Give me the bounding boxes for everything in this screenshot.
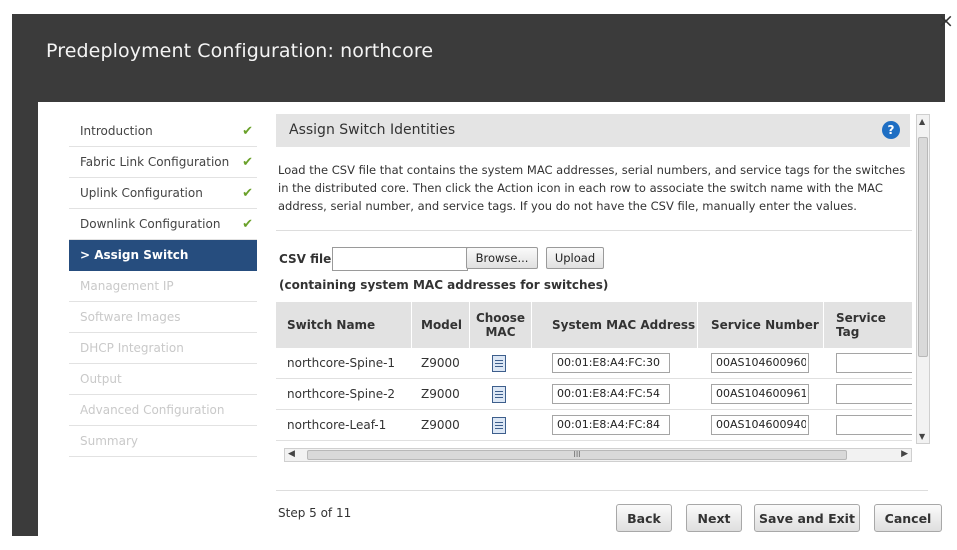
checkmark-icon: ✔ [242,124,253,139]
sidebar-item-label: Uplink Configuration [80,186,203,200]
vertical-scrollbar[interactable]: ▲ ▼ [916,114,930,444]
sidebar-item-label: Management IP [80,279,174,293]
switch-identities-table: Switch Name Model Choose MAC System MAC … [276,302,912,443]
system-mac-address-input[interactable] [552,353,670,373]
save-and-exit-button[interactable]: Save and Exit [754,504,860,532]
sidebar-item-output: Output [69,364,257,395]
system-mac-address-input[interactable] [552,415,670,435]
scroll-up-arrow-icon[interactable]: ▲ [919,117,925,126]
model-cell: Z9000 [421,387,460,401]
checkmark-icon: ✔ [242,217,253,232]
sidebar-item-assign-switch-identities[interactable]: > Assign Switch Identities [69,240,257,293]
sidebar-item-label: DHCP Integration [80,341,184,355]
switch-name-cell: northcore-Leaf-1 [287,418,387,432]
vertical-scroll-thumb[interactable] [918,137,928,357]
scroll-down-arrow-icon[interactable]: ▼ [919,432,925,441]
scroll-right-arrow-icon[interactable]: ▶ [901,449,908,459]
service-number-input[interactable] [711,415,809,435]
sidebar-item-label: Downlink Configuration [80,217,221,231]
service-tag-input[interactable] [836,415,912,435]
close-icon[interactable]: × [938,10,954,32]
horizontal-scroll-thumb[interactable]: III [307,450,847,460]
checkmark-icon: ✔ [242,186,253,201]
service-tag-input[interactable] [836,353,912,373]
sidebar-item-label: Introduction [80,124,153,138]
panel-description: Load the CSV file that contains the syst… [278,163,906,213]
browse-button[interactable]: Browse... [466,247,538,269]
service-tag-input[interactable] [836,384,912,404]
sidebar-item-summary: Summary [69,426,257,457]
sidebar-item-label: Output [80,372,122,386]
table-row: northcore-Spine-2 Z9000 [276,379,912,410]
column-header-service-number[interactable]: Service Number [698,302,824,348]
switch-name-cell: northcore-Spine-2 [287,387,396,401]
service-number-input[interactable] [711,353,809,373]
column-header-switch-name[interactable]: Switch Name [276,302,412,348]
sidebar-item-label: Software Images [80,310,181,324]
sidebar-item-label: Advanced Configuration [80,403,225,417]
csv-file-input[interactable] [332,247,468,271]
sidebar-item-label: Summary [80,434,138,448]
column-header-model[interactable]: Model [412,302,470,348]
sidebar-item-label: Fabric Link Configuration [80,155,230,169]
sidebar-item-introduction[interactable]: Introduction ✔ [69,116,257,147]
table-row: northcore-Spine-1 Z9000 [276,348,912,379]
panel-title: Assign Switch Identities [289,122,456,138]
predeployment-dialog: Predeployment Configuration: northcore I… [12,14,952,550]
model-cell: Z9000 [421,418,460,432]
next-button[interactable]: Next [686,504,742,532]
panel-header: Assign Switch Identities ? [276,114,910,147]
column-header-choose-mac[interactable]: Choose MAC [470,302,532,348]
wizard-steps-sidebar: Introduction ✔ Fabric Link Configuration… [69,116,257,457]
model-cell: Z9000 [421,356,460,370]
cancel-button[interactable]: Cancel [874,504,942,532]
choose-mac-action-icon[interactable] [492,416,506,434]
scroll-left-arrow-icon[interactable]: ◀ [288,449,295,459]
csv-file-note: (containing system MAC addresses for swi… [279,278,609,292]
choose-mac-action-icon[interactable] [492,385,506,403]
scroll-grip-icon: III [573,450,581,459]
sidebar-item-advanced-configuration: Advanced Configuration [69,395,257,426]
csv-file-label: CSV file [279,252,332,266]
table-header: Switch Name Model Choose MAC System MAC … [276,302,912,348]
sidebar-item-software-images: Software Images [69,302,257,333]
sidebar-item-management-ip: Management IP [69,271,257,302]
sidebar-item-uplink-configuration[interactable]: Uplink Configuration ✔ [69,178,257,209]
column-header-system-mac-address[interactable]: System MAC Address [532,302,698,348]
sidebar-item-dhcp-integration: DHCP Integration [69,333,257,364]
dialog-content: Introduction ✔ Fabric Link Configuration… [38,102,952,550]
divider [276,230,912,231]
service-number-input[interactable] [711,384,809,404]
help-icon[interactable]: ? [882,121,900,139]
sidebar-item-downlink-configuration[interactable]: Downlink Configuration ✔ [69,209,257,240]
step-indicator: Step 5 of 11 [278,506,352,520]
dialog-title: Predeployment Configuration: northcore [46,40,434,62]
footer-divider [276,490,928,491]
horizontal-scrollbar[interactable]: ◀ III ▶ [284,448,912,462]
sidebar-item-fabric-link-configuration[interactable]: Fabric Link Configuration ✔ [69,147,257,178]
checkmark-icon: ✔ [242,155,253,170]
choose-mac-action-icon[interactable] [492,354,506,372]
system-mac-address-input[interactable] [552,384,670,404]
column-header-service-tag[interactable]: Service Tag [824,302,912,348]
table-row: northcore-Leaf-1 Z9000 [276,410,912,441]
switch-name-cell: northcore-Spine-1 [287,356,396,370]
back-button[interactable]: Back [616,504,672,532]
upload-button[interactable]: Upload [546,247,604,269]
